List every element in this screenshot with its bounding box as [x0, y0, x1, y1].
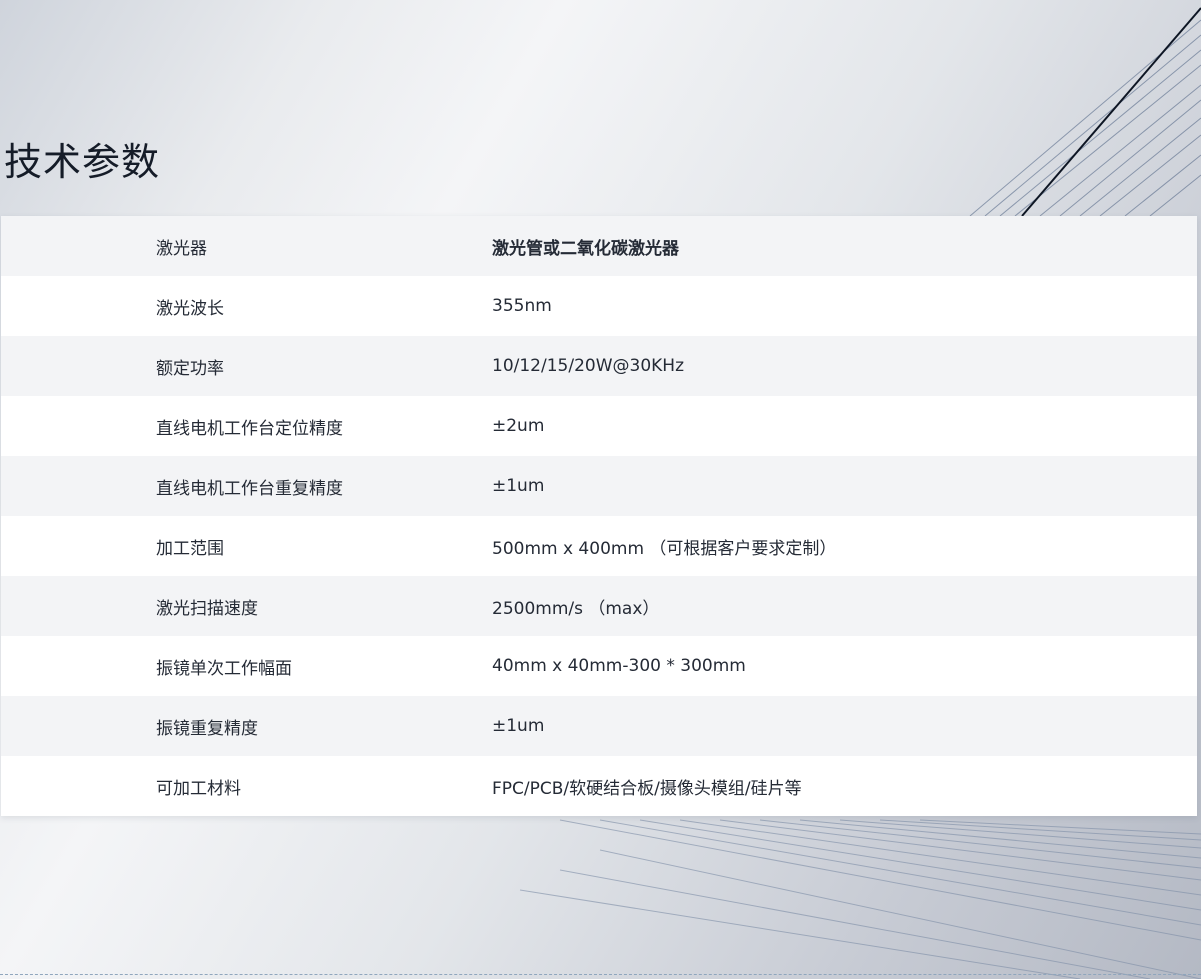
table-row: 直线电机工作台重复精度 ±1um	[1, 456, 1197, 516]
spec-value: 40mm x 40mm-300 * 300mm	[492, 656, 746, 676]
spec-value: 激光管或二氧化碳激光器	[492, 238, 679, 259]
spec-label: 直线电机工作台重复精度	[156, 478, 343, 499]
spec-label: 振镜单次工作幅面	[156, 658, 292, 679]
spec-label: 加工范围	[156, 538, 224, 559]
table-row: 加工范围 500mm x 400mm （可根据客户要求定制）	[1, 516, 1197, 576]
table-row: 振镜重复精度 ±1um	[1, 696, 1197, 756]
spec-label: 激光器	[156, 238, 207, 259]
table-row: 振镜单次工作幅面 40mm x 40mm-300 * 300mm	[1, 636, 1197, 696]
spec-value: ±2um	[492, 416, 545, 436]
spec-table: 激光器 激光管或二氧化碳激光器 激光波长 355nm 额定功率 10/12/15…	[1, 216, 1197, 816]
spec-value: 355nm	[492, 296, 552, 316]
spec-value: 2500mm/s （max）	[492, 598, 660, 619]
spec-value: ±1um	[492, 476, 545, 496]
spec-value: 10/12/15/20W@30KHz	[492, 356, 685, 376]
spec-value: ±1um	[492, 716, 545, 736]
spec-label: 直线电机工作台定位精度	[156, 418, 343, 439]
table-row: 直线电机工作台定位精度 ±2um	[1, 396, 1197, 456]
spec-value: 500mm x 400mm （可根据客户要求定制）	[492, 538, 837, 559]
table-row: 激光波长 355nm	[1, 276, 1197, 336]
spec-label: 额定功率	[156, 358, 224, 379]
table-row: 可加工材料 FPC/PCB/软硬结合板/摄像头模组/硅片等	[1, 756, 1197, 816]
bottom-divider	[0, 974, 1201, 975]
table-row: 激光扫描速度 2500mm/s （max）	[1, 576, 1197, 636]
spec-label: 振镜重复精度	[156, 718, 258, 739]
spec-label: 激光波长	[156, 298, 224, 319]
spec-label: 可加工材料	[156, 778, 241, 799]
table-row: 额定功率 10/12/15/20W@30KHz	[1, 336, 1197, 396]
table-row: 激光器 激光管或二氧化碳激光器	[1, 216, 1197, 276]
spec-label: 激光扫描速度	[156, 598, 258, 619]
page-title: 技术参数	[4, 140, 161, 184]
spec-value: FPC/PCB/软硬结合板/摄像头模组/硅片等	[492, 778, 802, 799]
